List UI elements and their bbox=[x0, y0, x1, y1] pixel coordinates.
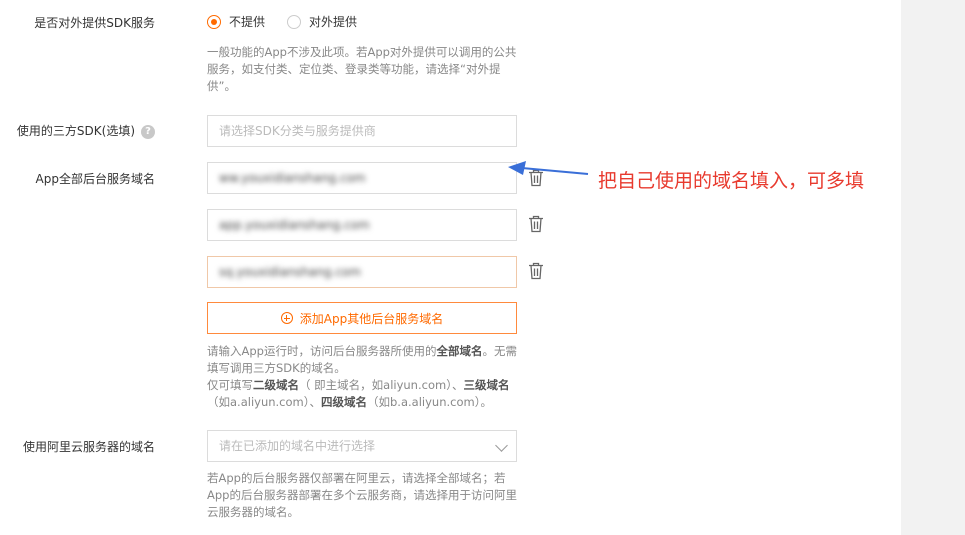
radio-no-provide-label: 不提供 bbox=[229, 15, 266, 29]
aliyun-domains-select[interactable]: 请在已添加的域名中进行选择 bbox=[207, 430, 517, 462]
help-bold-all-domains: 全部域名 bbox=[436, 344, 483, 358]
aliyun-domains-help: 若App的后台服务器仅部署在阿里云，请选择全部域名；若App的后台服务器部署在多… bbox=[207, 471, 517, 519]
help-text-part: （ 即主域名，如aliyun.com）、 bbox=[299, 378, 464, 392]
radio-unchecked-icon bbox=[287, 14, 302, 29]
plus-circle-icon bbox=[280, 312, 293, 324]
help-text-part: （如a.aliyun.com）、 bbox=[207, 395, 321, 409]
domain-value-2: app.youxidianshang.com bbox=[219, 218, 370, 232]
domain-input-2[interactable]: app.youxidianshang.com bbox=[207, 209, 517, 241]
chevron-down-icon bbox=[495, 439, 508, 452]
third-party-sdk-label: 使用的三方SDK(选填)? bbox=[0, 122, 155, 139]
help-text-part: 请输入App运行时，访问后台服务器所使用的 bbox=[207, 344, 437, 358]
domain-input-1[interactable]: ww.youxidianshang.com bbox=[207, 162, 517, 194]
sdk-service-radio-group: 不提供 对外提供 bbox=[207, 13, 379, 30]
trash-icon[interactable] bbox=[528, 215, 544, 233]
backend-domains-label: App全部后台服务域名 bbox=[35, 172, 155, 186]
radio-no-provide[interactable]: 不提供 bbox=[207, 13, 265, 30]
right-gutter bbox=[901, 0, 965, 535]
add-domain-button-label: 添加App其他后台服务域名 bbox=[299, 311, 444, 326]
trash-icon[interactable] bbox=[528, 262, 544, 280]
third-party-sdk-label-text: 使用的三方SDK(选填) bbox=[16, 124, 135, 138]
help-bold-fourth-level: 四级域名 bbox=[321, 395, 367, 409]
domain-value-3: sq.youxidianshang.com bbox=[219, 265, 361, 279]
radio-checked-icon bbox=[207, 14, 221, 29]
third-party-sdk-select[interactable]: 请选择SDK分类与服务提供商 bbox=[207, 115, 517, 147]
backend-domains-help: 请输入App运行时，访问后台服务器所使用的全部域名。无需填写调用三方SDK的域名… bbox=[207, 343, 525, 411]
question-icon[interactable]: ? bbox=[141, 124, 155, 139]
radio-provide[interactable]: 对外提供 bbox=[287, 13, 357, 30]
help-bold-second-level: 二级域名 bbox=[253, 378, 299, 392]
help-text-part: 仅可填写 bbox=[207, 378, 253, 392]
aliyun-domains-placeholder: 请在已添加的域名中进行选择 bbox=[219, 439, 376, 453]
radio-provide-label: 对外提供 bbox=[309, 15, 358, 29]
domain-value-1: ww.youxidianshang.com bbox=[219, 171, 366, 185]
add-domain-button[interactable]: 添加App其他后台服务域名 bbox=[207, 302, 517, 334]
annotation-text: 把自己使用的域名填入，可多填 bbox=[598, 170, 865, 192]
help-text-part: （如b.a.aliyun.com）。 bbox=[367, 395, 492, 409]
help-bold-third-level: 三级域名 bbox=[463, 378, 510, 392]
domain-input-3[interactable]: sq.youxidianshang.com bbox=[207, 256, 517, 288]
aliyun-domains-label: 使用阿里云服务器的域名 bbox=[22, 440, 155, 454]
annotation-arrow-icon bbox=[508, 161, 589, 175]
sdk-service-label: 是否对外提供SDK服务 bbox=[34, 16, 155, 30]
sdk-service-help: 一般功能的App不涉及此项。若App对外提供可以调用的公共服务，如支付类、定位类… bbox=[207, 45, 517, 93]
